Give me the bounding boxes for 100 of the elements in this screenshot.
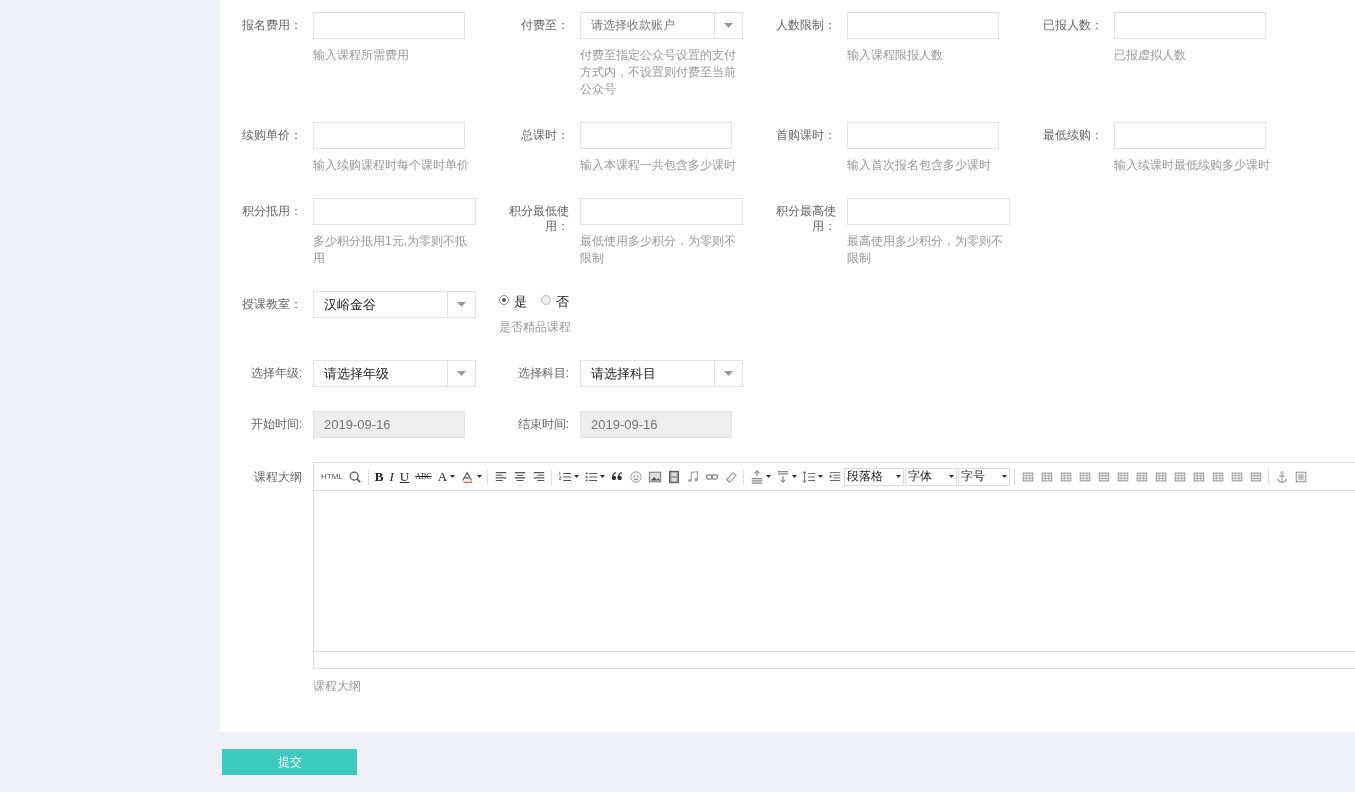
help-text: 是否精品课程 bbox=[499, 319, 572, 336]
help-text: 多少积分抵用1元,为零则不抵用 bbox=[313, 233, 468, 267]
date-input[interactable]: 2019-09-16 bbox=[580, 411, 732, 438]
table-icon bbox=[1191, 469, 1206, 484]
image-icon bbox=[647, 469, 662, 484]
rich-text-editor[interactable]: HTML B I U ABC A 段落格 字体 字号 bbox=[313, 462, 1355, 669]
smiley-icon bbox=[628, 469, 643, 484]
table-icon bbox=[1229, 469, 1244, 484]
italic-button[interactable]: I bbox=[386, 467, 397, 486]
table-icon bbox=[1248, 469, 1263, 484]
caret-icon bbox=[791, 475, 797, 478]
bullet-list-icon bbox=[583, 469, 598, 484]
toolbar-dropdown[interactable]: 字号 bbox=[958, 467, 1011, 486]
text-input[interactable] bbox=[1114, 122, 1266, 149]
toolbar-dropdown[interactable]: 段落格 bbox=[844, 467, 905, 486]
caret-icon bbox=[724, 23, 733, 28]
field-label: 付费至： bbox=[520, 17, 569, 34]
text-input[interactable] bbox=[847, 122, 999, 149]
select-dropdown[interactable]: 请选择收款账户 bbox=[580, 12, 743, 39]
caret-icon bbox=[765, 475, 771, 478]
zoom-icon bbox=[348, 469, 363, 484]
help-text: 已报虚拟人数 bbox=[1114, 47, 1187, 64]
field-label: 人数限制： bbox=[775, 17, 836, 34]
caret-icon bbox=[1002, 475, 1008, 478]
help-text: 输入课程所需费用 bbox=[313, 47, 410, 64]
row-spacing-icon bbox=[749, 469, 764, 484]
caret-icon bbox=[599, 475, 605, 478]
align-right-icon bbox=[531, 469, 546, 484]
table-icon bbox=[1134, 469, 1149, 484]
align-center-icon bbox=[512, 469, 527, 484]
field-label: 积分抵用： bbox=[241, 203, 302, 220]
help-text: 输入本课程一共包含多少课时 bbox=[580, 157, 737, 174]
underline-button[interactable]: U bbox=[396, 467, 413, 486]
caret-icon bbox=[724, 371, 733, 376]
field-label: 已报人数： bbox=[1042, 17, 1103, 34]
toolbar-dropdown[interactable]: 字体 bbox=[905, 467, 958, 486]
caret-icon bbox=[476, 475, 482, 478]
help-text: 最高使用多少积分，为零则不限制 bbox=[847, 233, 1004, 267]
table-icon bbox=[1039, 469, 1054, 484]
select-dropdown[interactable]: 请选择年级 bbox=[313, 360, 476, 387]
field-label: 最低续购： bbox=[1042, 127, 1103, 144]
caret-icon bbox=[817, 475, 823, 478]
text-input[interactable] bbox=[313, 122, 465, 149]
field-label: 选择科目: bbox=[516, 365, 569, 382]
indent-icon bbox=[827, 469, 842, 484]
field-label: 总课时： bbox=[520, 127, 569, 144]
field-label: 报名费用： bbox=[241, 17, 302, 34]
radio-option[interactable]: 是 bbox=[499, 293, 527, 308]
caret-icon bbox=[457, 302, 466, 307]
text-input[interactable] bbox=[580, 122, 732, 149]
strikethrough-button[interactable]: ABC bbox=[412, 467, 435, 486]
table-icon bbox=[1115, 469, 1130, 484]
field-label: 授课教室： bbox=[241, 296, 302, 313]
select-dropdown[interactable]: 请选择科目 bbox=[580, 360, 743, 387]
table-icon bbox=[1210, 469, 1225, 484]
anchor-icon bbox=[1274, 469, 1289, 484]
film-icon bbox=[666, 469, 681, 484]
caret-icon bbox=[949, 475, 955, 478]
select-dropdown[interactable]: 汉峪金谷 bbox=[313, 291, 476, 318]
caret-icon bbox=[573, 475, 579, 478]
text-input[interactable] bbox=[847, 12, 999, 39]
text-input[interactable] bbox=[580, 198, 743, 225]
field-label: 积分最高使用： bbox=[775, 203, 836, 235]
field-label: 课程大纲 bbox=[253, 469, 302, 486]
table-icon bbox=[1020, 469, 1035, 484]
align-left-icon bbox=[493, 469, 508, 484]
field-label: 首购课时： bbox=[775, 127, 836, 144]
table-icon bbox=[1058, 469, 1073, 484]
field-label: 结束时间: bbox=[516, 416, 569, 433]
text-input[interactable] bbox=[313, 198, 476, 225]
field-label: 积分最低使用： bbox=[508, 203, 569, 235]
line-height-icon bbox=[801, 469, 816, 484]
radio-option[interactable]: 否 bbox=[541, 293, 569, 308]
ordered-list-icon bbox=[557, 469, 572, 484]
help-text: 输入续课时最低续购多少课时 bbox=[1114, 157, 1271, 174]
text-input[interactable] bbox=[1114, 12, 1266, 39]
help-text: 付费至指定公众号设置的支付方式内，不设置则付费至当前公众号 bbox=[580, 47, 737, 98]
help-text: 输入首次报名包含多少课时 bbox=[847, 157, 992, 174]
table-icon bbox=[1153, 469, 1168, 484]
help-text: 输入课程限报人数 bbox=[847, 47, 944, 64]
table-icon bbox=[1096, 469, 1111, 484]
table-icon bbox=[1172, 469, 1187, 484]
field-label: 开始时间: bbox=[249, 416, 302, 433]
para-spacing-icon bbox=[775, 469, 790, 484]
eraser-icon bbox=[723, 469, 738, 484]
caret-icon bbox=[896, 475, 902, 478]
caret-icon bbox=[450, 475, 456, 478]
help-text: 最低使用多少积分，为零则不限制 bbox=[580, 233, 737, 267]
table-icon bbox=[1077, 469, 1092, 484]
field-label: 续购单价： bbox=[241, 127, 302, 144]
bold-button[interactable]: B bbox=[371, 467, 387, 486]
help-text: 课程大纲 bbox=[313, 678, 362, 695]
html-source-button[interactable]: HTML bbox=[318, 467, 346, 486]
date-input[interactable]: 2019-09-16 bbox=[313, 411, 465, 438]
text-input[interactable] bbox=[847, 198, 1010, 225]
frame-icon bbox=[1293, 469, 1308, 484]
music-icon bbox=[685, 469, 700, 484]
font-color-button[interactable]: A bbox=[434, 467, 459, 486]
help-text: 输入续购课程时每个课时单价 bbox=[313, 157, 470, 174]
text-input[interactable] bbox=[313, 12, 465, 39]
